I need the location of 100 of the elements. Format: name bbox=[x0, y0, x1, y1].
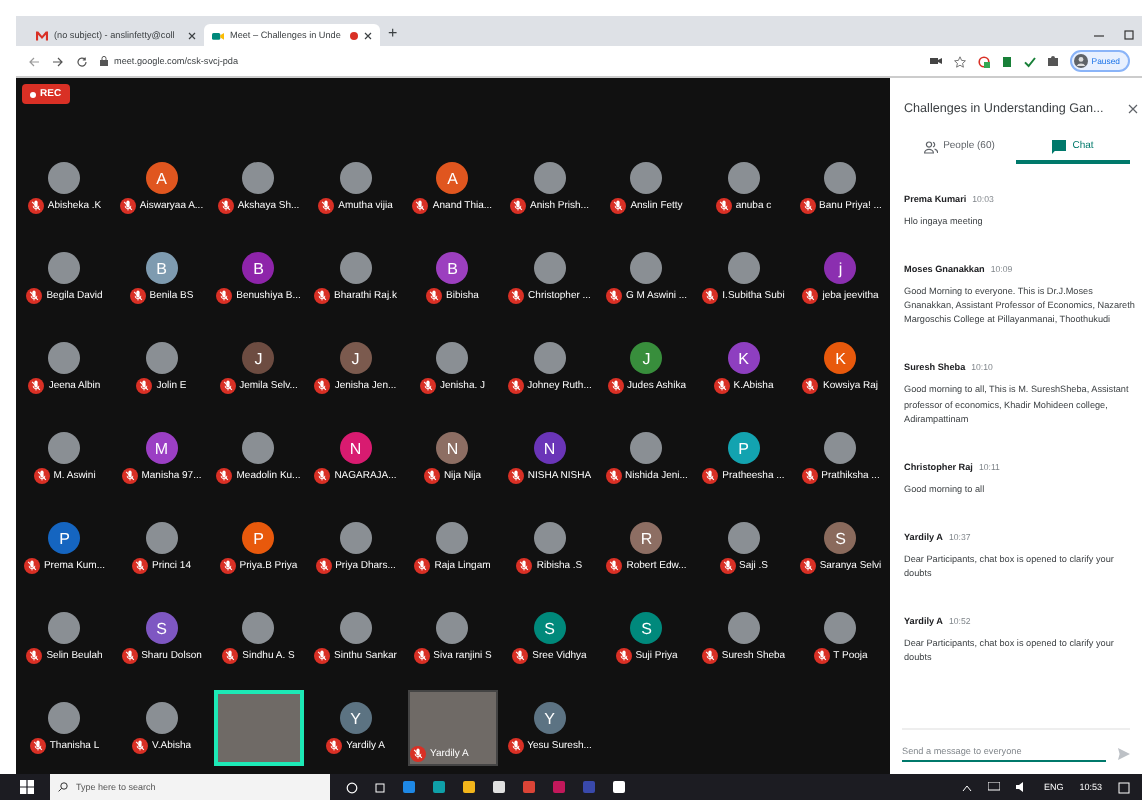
avatar-initial: N bbox=[533, 432, 566, 464]
muted-microphone-icon[interactable] bbox=[33, 468, 50, 484]
avatar-photo bbox=[48, 342, 81, 374]
back-arrow-icon[interactable] bbox=[28, 55, 40, 67]
muted-microphone-icon[interactable] bbox=[29, 738, 46, 754]
muted-microphone-icon[interactable] bbox=[813, 648, 830, 664]
muted-microphone-icon[interactable] bbox=[607, 378, 624, 394]
muted-microphone-icon[interactable] bbox=[507, 468, 524, 484]
muted-microphone-icon[interactable] bbox=[314, 378, 331, 394]
muted-microphone-icon[interactable] bbox=[222, 648, 239, 664]
muted-microphone-icon[interactable] bbox=[507, 378, 524, 394]
avatar-initial: S bbox=[630, 612, 663, 644]
avatar-photo bbox=[145, 702, 178, 734]
muted-microphone-icon[interactable] bbox=[26, 288, 43, 304]
muted-microphone-icon[interactable] bbox=[516, 558, 533, 574]
app-icon[interactable] bbox=[612, 780, 626, 794]
avatar-photo bbox=[630, 162, 663, 194]
muted-microphone-icon[interactable] bbox=[508, 288, 525, 304]
muted-microphone-icon[interactable] bbox=[610, 198, 627, 214]
muted-microphone-icon[interactable] bbox=[26, 648, 43, 664]
chevron-up-icon[interactable] bbox=[961, 783, 972, 791]
muted-microphone-icon[interactable] bbox=[510, 198, 527, 214]
star-icon[interactable] bbox=[953, 55, 966, 67]
muted-microphone-icon[interactable] bbox=[121, 648, 138, 664]
search-icon bbox=[58, 782, 68, 792]
muted-microphone-icon[interactable] bbox=[318, 198, 335, 214]
muted-microphone-icon[interactable] bbox=[419, 378, 436, 394]
avatar-photo bbox=[339, 612, 372, 644]
avatar-initial: N bbox=[436, 432, 469, 464]
muted-microphone-icon[interactable] bbox=[605, 468, 622, 484]
muted-microphone-icon[interactable] bbox=[713, 378, 730, 394]
muted-microphone-icon[interactable] bbox=[219, 378, 236, 394]
muted-microphone-icon[interactable] bbox=[512, 648, 529, 664]
forward-arrow-icon[interactable] bbox=[52, 55, 64, 67]
muted-microphone-icon[interactable] bbox=[131, 738, 148, 754]
circle-icon[interactable] bbox=[346, 781, 358, 793]
muted-microphone-icon[interactable] bbox=[719, 558, 736, 574]
minimize-icon[interactable] bbox=[1094, 30, 1104, 40]
volume-icon[interactable] bbox=[1015, 782, 1028, 792]
avatar-photo bbox=[727, 162, 760, 194]
muted-microphone-icon[interactable] bbox=[129, 288, 146, 304]
muted-microphone-icon[interactable] bbox=[315, 558, 332, 574]
muted-microphone-icon[interactable] bbox=[136, 378, 153, 394]
muted-microphone-icon[interactable] bbox=[314, 648, 331, 664]
muted-microphone-icon[interactable] bbox=[423, 468, 440, 484]
app-icon[interactable] bbox=[492, 780, 506, 794]
muted-microphone-icon[interactable] bbox=[326, 738, 343, 754]
muted-microphone-icon[interactable] bbox=[615, 648, 632, 664]
muted-microphone-icon[interactable] bbox=[701, 648, 718, 664]
muted-microphone-icon[interactable] bbox=[121, 468, 138, 484]
muted-microphone-icon[interactable] bbox=[802, 378, 819, 394]
muted-microphone-icon[interactable] bbox=[715, 198, 732, 214]
lock-icon bbox=[100, 56, 108, 66]
close-icon[interactable] bbox=[188, 31, 196, 39]
muted-microphone-icon[interactable] bbox=[314, 288, 331, 304]
muted-microphone-icon[interactable] bbox=[799, 198, 816, 214]
muted-microphone-icon[interactable] bbox=[314, 468, 331, 484]
avatar-photo bbox=[48, 702, 81, 734]
muted-microphone-icon[interactable] bbox=[799, 558, 816, 574]
app-icon[interactable] bbox=[462, 780, 476, 794]
muted-microphone-icon[interactable] bbox=[507, 738, 524, 754]
camera-icon[interactable] bbox=[929, 56, 942, 66]
muted-microphone-icon[interactable] bbox=[426, 288, 443, 304]
avatar-photo bbox=[727, 252, 760, 284]
muted-microphone-icon[interactable] bbox=[27, 198, 44, 214]
avatar-photo bbox=[533, 252, 566, 284]
muted-microphone-icon[interactable] bbox=[414, 558, 431, 574]
muted-microphone-icon[interactable] bbox=[119, 198, 136, 214]
close-icon[interactable] bbox=[364, 31, 372, 39]
muted-microphone-icon[interactable] bbox=[702, 288, 719, 304]
new-tab-button[interactable]: + bbox=[388, 24, 398, 44]
muted-microphone-icon[interactable] bbox=[216, 468, 233, 484]
close-icon[interactable] bbox=[1128, 104, 1138, 114]
muted-microphone-icon[interactable] bbox=[216, 288, 233, 304]
task-view-icon[interactable] bbox=[374, 781, 386, 793]
muted-microphone-icon[interactable] bbox=[412, 198, 429, 214]
avatar-initial: S bbox=[824, 522, 857, 554]
avatar-initial: S bbox=[145, 612, 178, 644]
muted-microphone-icon[interactable] bbox=[702, 468, 719, 484]
avatar-photo bbox=[727, 612, 760, 644]
restore-icon[interactable] bbox=[1124, 30, 1134, 40]
muted-microphone-icon[interactable] bbox=[217, 198, 234, 214]
avatar-photo bbox=[824, 162, 857, 194]
windows-logo-icon[interactable] bbox=[20, 780, 34, 794]
reload-icon[interactable] bbox=[76, 55, 88, 67]
muted-microphone-icon[interactable] bbox=[23, 558, 40, 574]
avatar-initial: M bbox=[145, 432, 178, 464]
muted-microphone-icon[interactable] bbox=[413, 648, 430, 664]
muted-microphone-icon[interactable] bbox=[219, 558, 236, 574]
muted-microphone-icon[interactable] bbox=[606, 558, 623, 574]
avatar-initial: A bbox=[436, 162, 469, 194]
muted-microphone-icon[interactable] bbox=[132, 558, 149, 574]
avatar-initial: Y bbox=[533, 702, 566, 734]
avatar-photo bbox=[48, 612, 81, 644]
check-icon[interactable] bbox=[1023, 55, 1036, 67]
muted-microphone-icon[interactable] bbox=[28, 378, 45, 394]
muted-microphone-icon[interactable] bbox=[802, 288, 819, 304]
muted-microphone-icon[interactable] bbox=[801, 468, 818, 484]
muted-microphone-icon[interactable] bbox=[605, 288, 622, 304]
avatar-initial: P bbox=[727, 432, 760, 464]
